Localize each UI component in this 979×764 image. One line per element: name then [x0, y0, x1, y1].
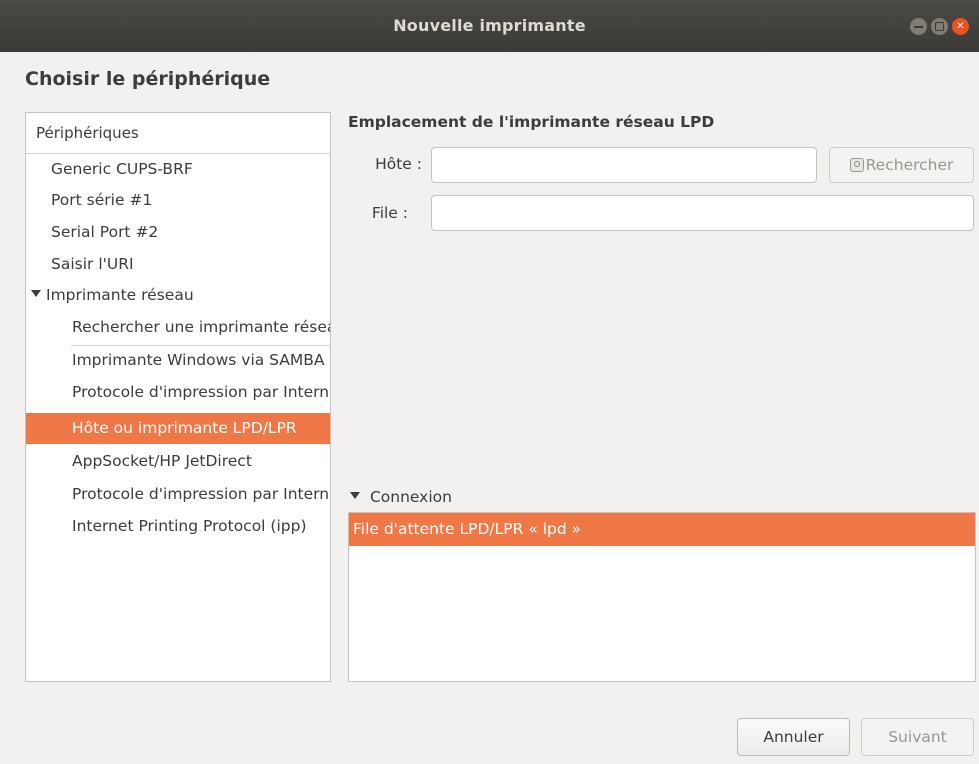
device-item-find-network-printer[interactable]: Rechercher une imprimante réseau — [26, 312, 330, 343]
close-icon[interactable]: ✕ — [952, 18, 969, 35]
device-item-ipps[interactable]: Protocole d'impression par Internet (ipp… — [26, 377, 330, 408]
page-heading: Choisir le périphérique — [25, 68, 271, 90]
queue-label: File : — [371, 204, 408, 222]
host-input[interactable] — [431, 147, 817, 183]
connection-list[interactable]: File d'attente LPD/LPR « lpd » — [348, 512, 976, 682]
connection-expander[interactable]: Connexion — [350, 488, 452, 506]
title-bar: Nouvelle imprimante ✕ — [0, 0, 979, 52]
device-item-https[interactable]: Protocole d'impression par Internet (htt… — [26, 479, 330, 510]
device-item-generic-cups-brf[interactable]: Generic CUPS-BRF — [26, 154, 330, 185]
device-item-serial-port-1[interactable]: Port série #1 — [26, 185, 330, 216]
connection-item-lpd[interactable]: File d'attente LPD/LPR « lpd » — [349, 513, 975, 546]
device-item-ipp[interactable]: Internet Printing Protocol (ipp) — [26, 511, 330, 542]
queue-input[interactable] — [431, 195, 974, 231]
device-list-header[interactable]: Périphériques — [26, 113, 330, 154]
expander-down-icon[interactable] — [31, 290, 41, 297]
next-button[interactable]: Suivant — [861, 718, 974, 756]
device-item-lpd-lpr[interactable]: Hôte ou imprimante LPD/LPR — [26, 413, 330, 444]
device-group-network-printer[interactable]: Imprimante réseau — [26, 280, 330, 311]
section-title: Emplacement de l'imprimante réseau LPD — [348, 113, 715, 131]
device-item-enter-uri[interactable]: Saisir l'URI — [26, 249, 330, 280]
separator — [71, 345, 330, 346]
search-icon — [849, 157, 864, 172]
minimize-icon[interactable] — [910, 18, 927, 35]
device-item-appsocket[interactable]: AppSocket/HP JetDirect — [26, 446, 330, 477]
device-list[interactable]: Périphériques Generic CUPS-BRF Port séri… — [25, 112, 331, 682]
maximize-icon[interactable] — [931, 18, 948, 35]
device-item-serial-port-2[interactable]: Serial Port #2 — [26, 217, 330, 248]
expander-down-icon — [350, 492, 360, 499]
host-label: Hôte : — [375, 155, 422, 173]
window-title: Nouvelle imprimante — [393, 16, 586, 35]
search-button[interactable]: Rechercher — [829, 147, 974, 183]
cancel-button[interactable]: Annuler — [737, 718, 850, 756]
device-item-windows-samba[interactable]: Imprimante Windows via SAMBA — [26, 345, 330, 376]
